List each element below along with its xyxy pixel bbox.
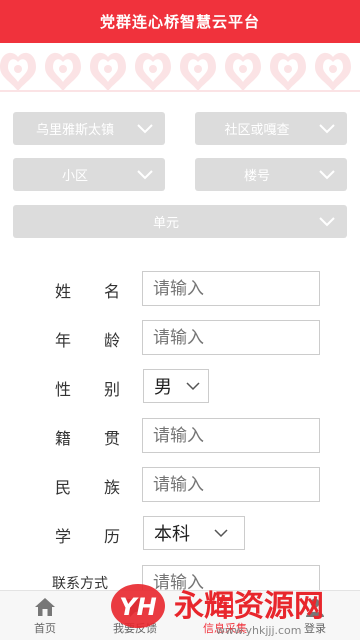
form-row-name: 姓名 [0,270,360,306]
building-select[interactable]: 楼号 [195,158,347,191]
chevron-down-icon [319,216,335,226]
gender-label: 性别 [55,380,120,399]
form-row-age: 年龄 [0,319,360,355]
name-input[interactable] [142,271,320,306]
form-row-education: 学历 本科 [0,515,360,551]
watermark-mark: YH [119,593,156,621]
gender-value: 男 [154,377,172,398]
page-title: 党群连心桥智慧云平台 [99,13,260,31]
building-select-label: 楼号 [243,169,270,184]
ethnicity-label: 民族 [55,478,120,497]
town-select[interactable]: 乌里雅斯太镇 [13,112,165,145]
chevron-down-icon [214,528,228,537]
watermark-text: 永辉资源网 [174,589,324,624]
ethnicity-input[interactable] [142,467,320,502]
age-label: 年龄 [55,331,120,350]
form-row-origin: 籍贯 [0,417,360,453]
home-icon [35,598,55,616]
app-screen: 党群连心桥智慧云平台 乌里雅斯太镇 社区或嘎查 小区 楼号 单元 姓 名 请输入… [0,0,360,640]
unit-select-label: 单元 [152,216,179,231]
app-header: 党群连心桥智慧云平台 [0,0,360,43]
watermark-logo: YH 永辉资源网 www.yhkjjj.com [111,584,324,637]
cloud-pattern-icon [0,52,360,92]
education-select[interactable]: 本科 [143,516,245,550]
chevron-down-icon [319,123,335,133]
community-select-label: 社区或嘎查 [224,123,290,138]
chevron-down-icon [137,123,153,133]
town-select-label: 乌里雅斯太镇 [35,123,114,138]
community-select[interactable]: 社区或嘎查 [195,112,347,145]
age-input[interactable] [142,320,320,355]
education-label: 学历 [55,527,120,546]
name-label: 姓名 [55,282,120,301]
decorative-pattern-banner [0,43,360,93]
tab-home-label: 首页 [34,622,56,635]
education-value: 本科 [154,524,190,545]
watermark-url: www.yhkjjj.com [216,624,302,637]
form-row-gender: 性别 男 [0,368,360,404]
chevron-down-icon [319,169,335,179]
origin-input[interactable] [142,418,320,453]
gender-select[interactable]: 男 [143,369,209,403]
chevron-down-icon [137,169,153,179]
chevron-down-icon [186,381,200,390]
tab-home[interactable]: 首页 [0,591,90,640]
origin-label: 籍贯 [55,429,120,448]
unit-select[interactable]: 单元 [13,205,347,238]
estate-select-label: 小区 [61,169,88,184]
form-row-ethnicity: 民族 [0,466,360,502]
estate-select[interactable]: 小区 [13,158,165,191]
